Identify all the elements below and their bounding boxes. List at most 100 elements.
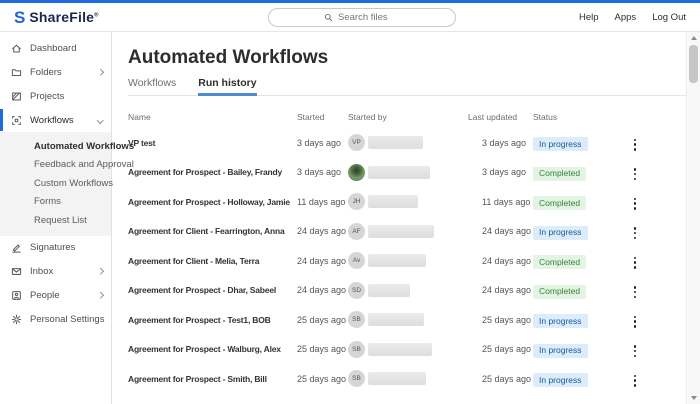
registered-mark: ® [94, 12, 99, 18]
avatar-initials: Av [353, 257, 360, 264]
brand-name: ShareFile® [29, 9, 98, 25]
sidebar-item-label: Dashboard [30, 43, 76, 54]
apps-link[interactable]: Apps [615, 12, 637, 23]
search-bar[interactable] [268, 8, 456, 27]
workflows-submenu: Automated Workflows Feedback and Approva… [0, 132, 111, 236]
workflow-name: Agreement for Prospect - Dhar, Sabeel [128, 285, 297, 295]
tab-bar: Workflows Run history [128, 78, 686, 96]
tab-run-history[interactable]: Run history [198, 78, 256, 95]
table-row[interactable]: Agreement for Prospect - Walburg, Alex 2… [128, 335, 686, 365]
avatar: SB [348, 370, 365, 387]
kebab-menu-icon[interactable] [628, 225, 642, 241]
started-by-name-redacted [368, 284, 410, 297]
avatar-initials: JH [353, 198, 361, 205]
started-by-cell: AF [348, 223, 468, 240]
scrollbar-up-arrow[interactable] [687, 32, 700, 44]
inbox-icon [11, 266, 22, 277]
last-updated-time: 24 days ago [468, 256, 533, 266]
table-row[interactable]: Agreement for Prospect - Bailey, Frandy … [128, 158, 686, 188]
search-input[interactable] [338, 12, 400, 23]
last-updated-time: 3 days ago [468, 138, 533, 148]
sidebar-item-inbox[interactable]: Inbox [0, 260, 111, 284]
chevron-right-icon [97, 268, 103, 274]
gear-icon [11, 314, 22, 325]
table-row[interactable]: Agreement for Prospect - Holloway, Jamie… [128, 187, 686, 217]
scrollbar-down-arrow[interactable] [687, 392, 700, 404]
sidebar-item-label: Signatures [30, 242, 75, 253]
vertical-scrollbar[interactable] [686, 32, 700, 404]
sidebar-item-signatures[interactable]: Signatures [0, 236, 111, 260]
sidebar-item-label: People [30, 290, 60, 301]
started-time: 24 days ago [297, 285, 348, 295]
status-badge: In progress [533, 314, 588, 328]
column-header-name: Name [128, 112, 297, 122]
kebab-menu-icon[interactable] [628, 255, 642, 271]
people-icon [11, 290, 22, 301]
column-header-status: Status [533, 112, 628, 122]
avatar-initials: SD [352, 287, 361, 294]
started-by-cell: VP [348, 134, 468, 151]
column-header-started: Started [297, 112, 348, 122]
started-by-cell [348, 164, 468, 181]
sidebar-subitem-feedback-and-approval[interactable]: Feedback and Approval [0, 156, 111, 175]
signature-icon [11, 242, 22, 253]
started-time: 24 days ago [297, 256, 348, 266]
started-by-cell: JH [348, 193, 468, 210]
sidebar-item-people[interactable]: People [0, 284, 111, 308]
avatar-photo [348, 164, 365, 181]
scrollbar-thumb[interactable] [689, 45, 698, 83]
table-row[interactable]: Agreement for Client - Fearrington, Anna… [128, 217, 686, 247]
started-by-cell: SB [348, 311, 468, 328]
sidebar-item-label: Personal Settings [30, 314, 104, 325]
logout-link[interactable]: Log Out [652, 12, 686, 23]
last-updated-time: 25 days ago [468, 374, 533, 384]
avatar: VP [348, 134, 365, 151]
table-row[interactable]: Agreement for Prospect - Dhar, Sabeel 24… [128, 276, 686, 306]
sharefile-s-icon: S [14, 9, 25, 26]
brand-text: ShareFile [29, 9, 94, 25]
sidebar-item-projects[interactable]: Projects [0, 84, 111, 108]
started-time: 3 days ago [297, 167, 348, 177]
kebab-menu-icon[interactable] [628, 137, 642, 153]
status-badge: Completed [533, 255, 586, 269]
app-header: S ShareFile® Help Apps Log Out [0, 3, 700, 32]
tab-workflows[interactable]: Workflows [128, 78, 176, 95]
page-body: Dashboard Folders Projects Workflows Aut… [0, 32, 700, 404]
kebab-menu-icon[interactable] [628, 373, 642, 389]
sidebar-subitem-automated-workflows[interactable]: Automated Workflows [0, 137, 111, 156]
sidebar-subitem-request-list[interactable]: Request List [0, 211, 111, 230]
sharefile-logo[interactable]: S ShareFile® [14, 9, 99, 26]
sidebar-item-folders[interactable]: Folders [0, 60, 111, 84]
sidebar-item-dashboard[interactable]: Dashboard [0, 36, 111, 60]
avatar: AF [348, 223, 365, 240]
sidebar-subitem-forms[interactable]: Forms [0, 193, 111, 212]
status-badge: Completed [533, 285, 586, 299]
last-updated-time: 25 days ago [468, 344, 533, 354]
main-content: Automated Workflows Workflows Run histor… [112, 32, 700, 404]
sidebar-item-personal-settings[interactable]: Personal Settings [0, 308, 111, 332]
started-time: 11 days ago [297, 197, 348, 207]
kebab-menu-icon[interactable] [628, 314, 642, 330]
table-row[interactable]: Agreement for Prospect - Smith, Bill 25 … [128, 364, 686, 394]
chevron-right-icon [97, 69, 103, 75]
kebab-menu-icon[interactable] [628, 196, 642, 212]
avatar: SB [348, 341, 365, 358]
table-row[interactable]: VP test 3 days ago VP 3 days ago In prog… [128, 128, 686, 158]
sidebar-item-label: Projects [30, 91, 64, 102]
kebab-menu-icon[interactable] [628, 284, 642, 300]
avatar: Av [348, 252, 365, 269]
status-badge: Completed [533, 167, 586, 181]
column-header-last-updated: Last updated [468, 112, 533, 122]
workflows-icon [11, 115, 22, 126]
table-row[interactable]: Agreement for Prospect - Test1, BOB 25 d… [128, 305, 686, 335]
kebab-menu-icon[interactable] [628, 166, 642, 182]
sidebar-item-label: Inbox [30, 266, 53, 277]
table-header-row: Name Started Started by Last updated Sta… [128, 110, 686, 124]
table-row[interactable]: Agreement for Client - Melia, Terra 24 d… [128, 246, 686, 276]
sidebar-item-workflows[interactable]: Workflows [0, 108, 111, 132]
search-icon [324, 13, 333, 22]
kebab-menu-icon[interactable] [628, 343, 642, 359]
avatar: SB [348, 311, 365, 328]
help-link[interactable]: Help [579, 12, 599, 23]
sidebar-subitem-custom-workflows[interactable]: Custom Workflows [0, 174, 111, 193]
